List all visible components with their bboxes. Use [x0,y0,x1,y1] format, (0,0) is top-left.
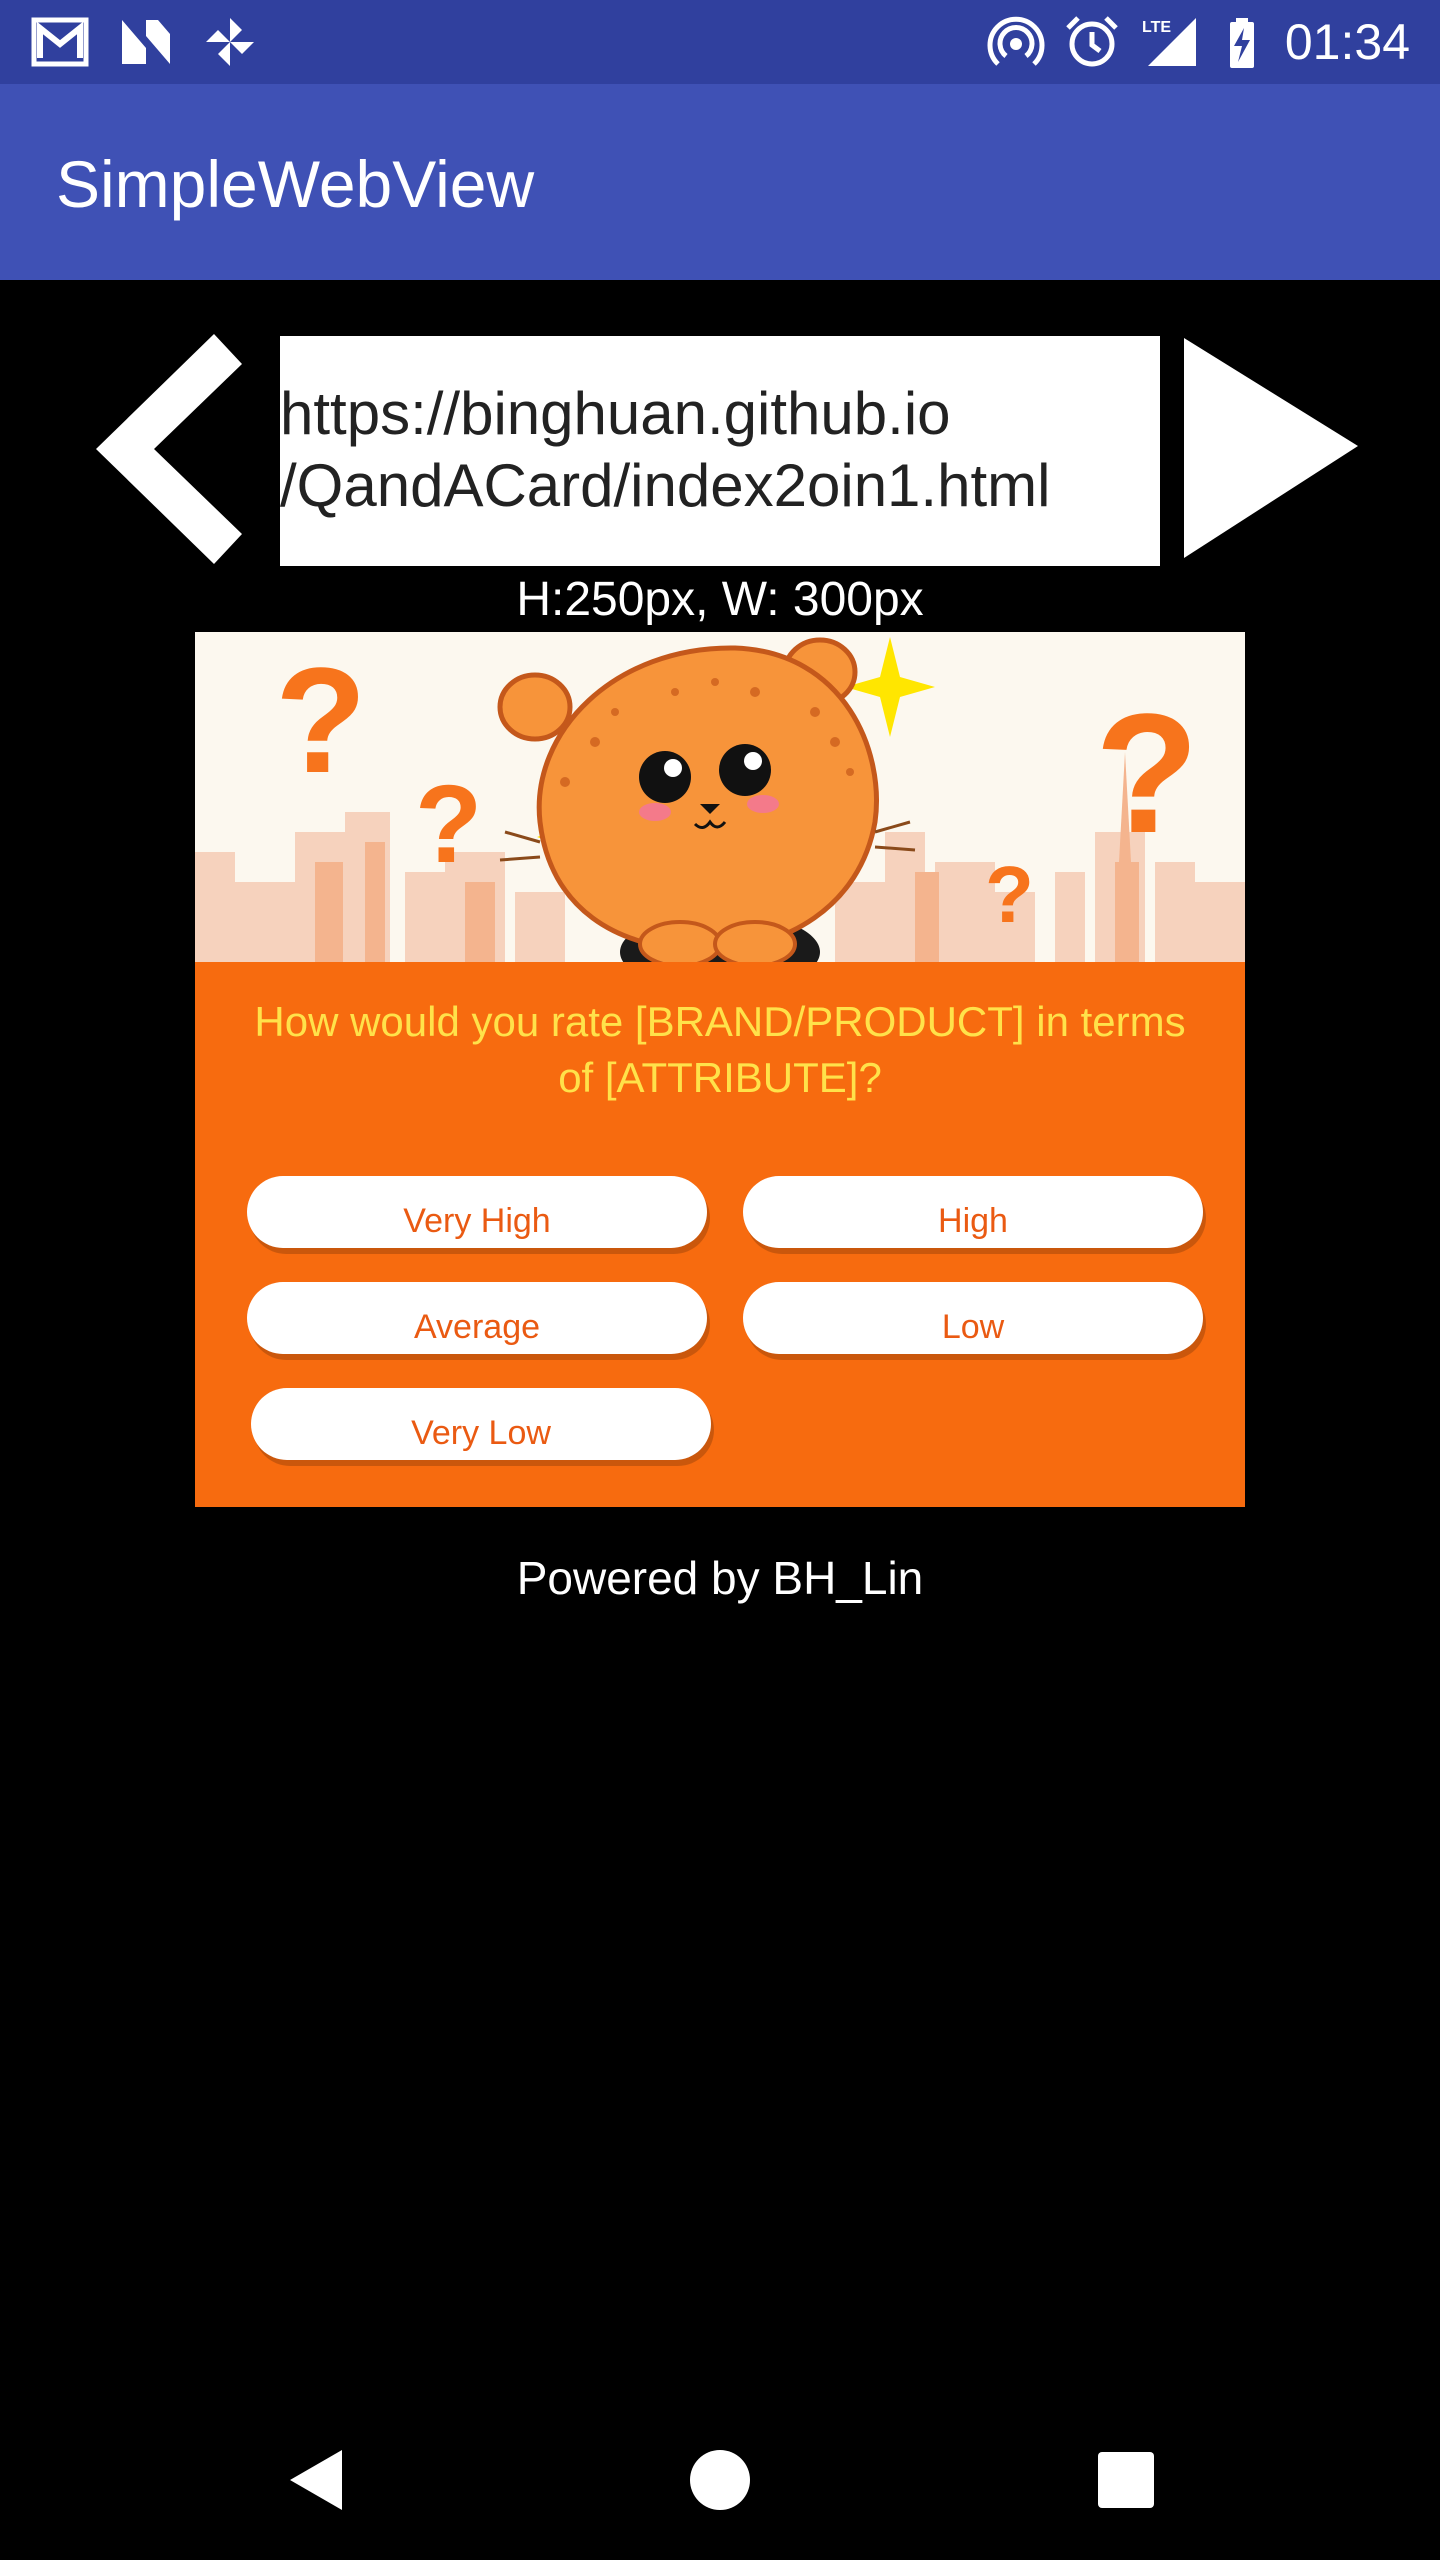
alarm-icon [1066,16,1118,67]
question-mark-icon: ? [415,763,482,886]
recents-icon[interactable] [1088,2442,1164,2518]
home-icon[interactable] [682,2442,758,2518]
question-mark-icon: ? [1095,679,1199,869]
status-time: 01:34 [1284,14,1410,70]
option-very-low-button[interactable]: Very Low [251,1388,711,1460]
back-button[interactable] [92,334,248,564]
question-mark-icon: ? [275,636,367,804]
qa-card: ? ? ? ? How would you rate [BRAND/PRODUC… [195,632,1245,1507]
option-very-high-button[interactable]: Very High [247,1176,707,1248]
question-text: How would you rate [BRAND/PRODUCT] in te… [254,998,1186,1101]
option-low-button[interactable]: Low [743,1282,1203,1354]
system-nav-bar [0,2400,1440,2560]
app-title: SimpleWebView [56,147,535,221]
url-line-1: https://binghuan.github.io [280,380,951,447]
battery-charging-icon [1230,18,1254,68]
hotspot-icon [987,16,1045,66]
powered-by-text: Powered by BH_Lin [516,1552,924,1604]
back-icon[interactable] [278,2442,354,2518]
gmail-icon [31,17,89,67]
url-line-2: /QandACard/index2oin1.html [280,452,1051,519]
lte-signal-icon: LTE [1142,18,1196,66]
option-high-button[interactable]: High [743,1176,1203,1248]
pinwheel-icon [206,18,254,66]
option-average-button[interactable]: Average [247,1282,707,1354]
question-mark-icon: ? [985,850,1034,939]
n-logo-icon [122,20,170,64]
play-icon [1184,338,1358,558]
svg-text:LTE: LTE [1142,19,1171,36]
url-input[interactable]: https://binghuan.github.io /QandACard/in… [280,336,1160,566]
chevron-left-icon [96,334,242,564]
hero-illustration: ? ? ? ? [195,632,1245,962]
app-bar: SimpleWebView [0,84,1440,280]
status-bar: LTE 01:34 [0,0,1440,84]
dimensions-label: H:250px, W: 300px [516,573,924,626]
go-button[interactable] [1180,334,1362,564]
